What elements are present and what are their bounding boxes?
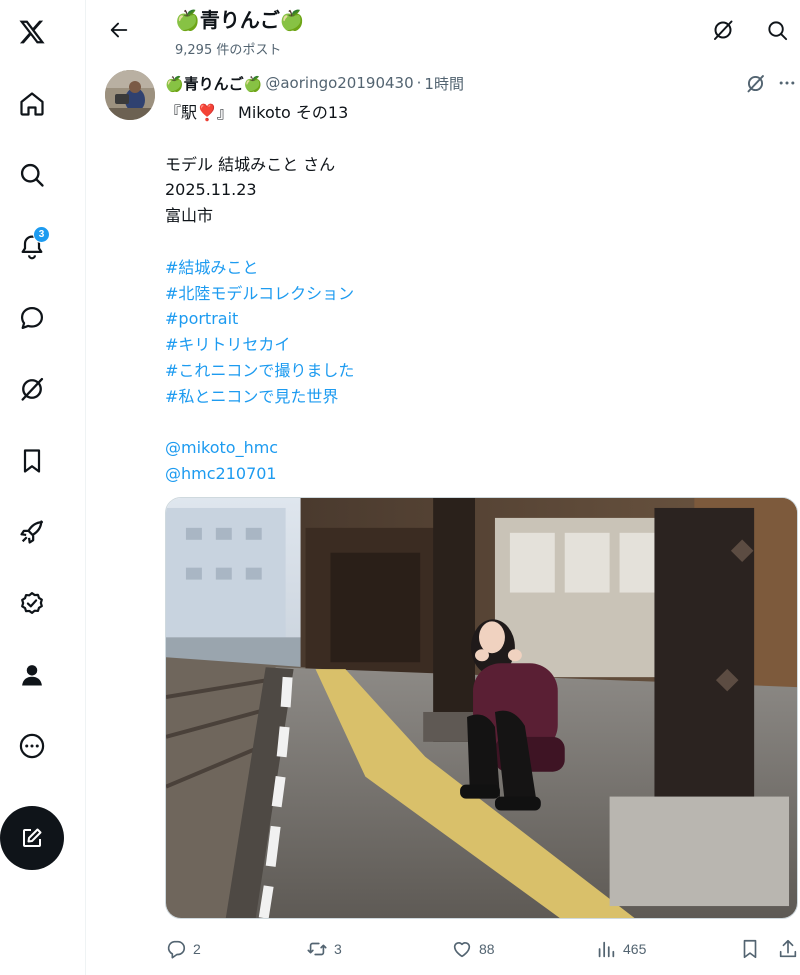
post-count: 9,295 件のポスト [175, 43, 282, 58]
mention-link[interactable]: @hmc210701 [165, 464, 277, 483]
x-logo-icon[interactable] [0, 4, 64, 60]
bookmark-icon[interactable] [0, 433, 64, 489]
hashtag-link[interactable]: #これニコンで撮りました [165, 361, 354, 380]
tweet-photo[interactable] [165, 497, 798, 919]
separator-dot: · [416, 74, 422, 92]
grok-icon[interactable] [744, 72, 766, 94]
views-button[interactable]: 465 [595, 936, 646, 962]
tweet-text: 『駅❣️』 Mikoto その13 モデル 結城みこと さん 2025.11.2… [165, 100, 785, 487]
display-name[interactable]: 🍏青りんご🍏 [165, 73, 262, 94]
tweet-actions: 2 3 88 465 [165, 932, 800, 966]
tweet-header: 🍏青りんご🍏 @aoringo20190430 · 1時間 [165, 71, 464, 95]
tweet-line: 2025.11.23 [165, 180, 257, 200]
page-title: 🍏青りんご🍏 [175, 8, 305, 32]
share-icon [779, 939, 797, 958]
arrow-left-icon [110, 22, 128, 38]
views-chart-icon [598, 941, 615, 958]
more-circle-icon[interactable] [0, 718, 64, 774]
verified-badge-icon[interactable] [0, 575, 64, 631]
left-nav: 3 [0, 0, 86, 975]
user-handle[interactable]: @aoringo20190430 [265, 74, 413, 92]
grok-icon[interactable] [0, 361, 64, 417]
back-button[interactable] [103, 14, 135, 46]
avatar[interactable] [105, 70, 155, 120]
hashtag-link[interactable]: #portrait [165, 309, 238, 328]
bell-icon[interactable]: 3 [0, 218, 64, 274]
repost-count: 3 [334, 941, 342, 957]
chat-bubble-icon[interactable] [0, 290, 64, 346]
more-horizontal-icon[interactable] [776, 72, 798, 94]
repost-button[interactable]: 3 [306, 936, 342, 962]
tweet-line: 富山市 [165, 206, 214, 226]
post-time[interactable]: 1時間 [424, 73, 464, 94]
search-icon[interactable] [0, 147, 64, 203]
like-count: 88 [479, 941, 495, 957]
search-icon[interactable] [763, 16, 791, 44]
repost-icon [307, 942, 327, 956]
view-count: 465 [623, 941, 647, 957]
grok-icon[interactable] [709, 16, 737, 44]
rocket-icon[interactable] [0, 504, 64, 560]
profile-header: 🍏青りんご🍏 9,295 件のポスト [87, 0, 800, 64]
reply-button[interactable]: 2 [165, 936, 201, 962]
hashtag-link[interactable]: #結城みこと [165, 258, 258, 277]
notification-badge: 3 [33, 226, 50, 243]
heart-icon [453, 942, 471, 958]
compose-icon [23, 828, 42, 847]
mention-link[interactable]: @mikoto_hmc [165, 438, 278, 457]
bookmark-button[interactable] [739, 936, 761, 962]
hashtag-link[interactable]: #キリトリセカイ [165, 335, 290, 354]
person-icon[interactable] [0, 647, 64, 703]
tweet-line: モデル 結城みこと さん [165, 154, 336, 174]
reply-icon [167, 940, 186, 959]
reply-count: 2 [193, 941, 201, 957]
tweet-line: 『駅❣️』 Mikoto その13 [165, 103, 349, 122]
like-button[interactable]: 88 [451, 936, 495, 962]
hashtag-link[interactable]: #北陸モデルコレクション [165, 284, 354, 303]
share-button[interactable] [777, 936, 799, 962]
compose-button[interactable] [0, 806, 64, 870]
bookmark-icon [743, 939, 757, 959]
hashtag-link[interactable]: #私とニコンで見た世界 [165, 387, 338, 406]
home-icon[interactable] [0, 76, 64, 132]
